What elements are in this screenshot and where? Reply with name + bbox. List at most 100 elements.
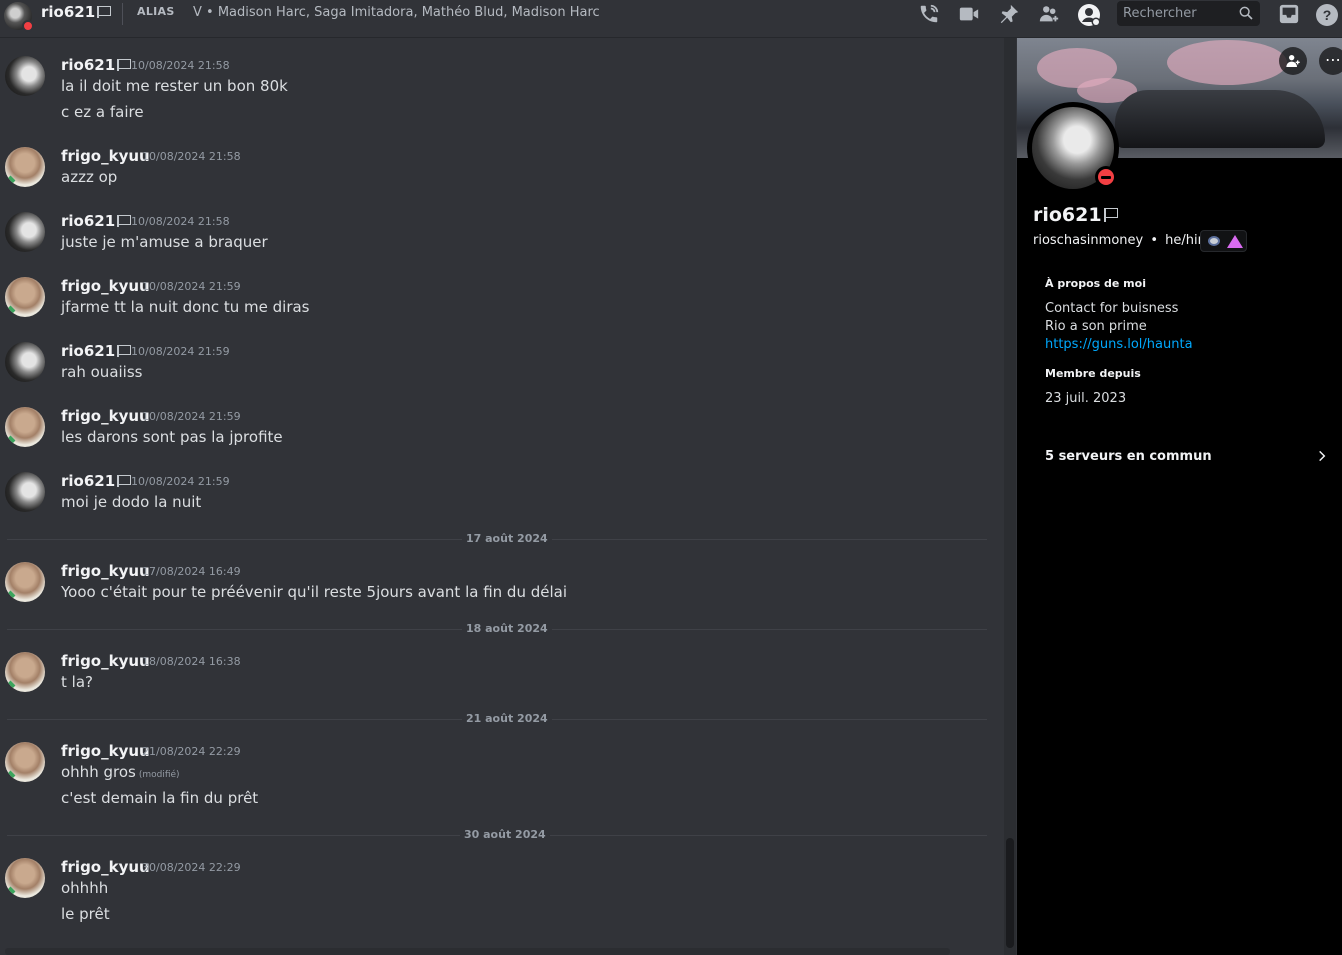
profile-avatar[interactable] bbox=[1027, 102, 1119, 194]
about-me-line: Contact for buisness bbox=[1045, 301, 1179, 316]
dm-user-avatar[interactable] bbox=[4, 2, 34, 32]
help-icon[interactable]: ? bbox=[1315, 3, 1339, 26]
message-author[interactable]: frigo_kyuu bbox=[61, 407, 150, 425]
message-timestamp: 18/08/2024 16:38 bbox=[142, 655, 241, 668]
flag-icon bbox=[117, 59, 132, 71]
flag-icon bbox=[117, 345, 132, 357]
message-timestamp: 10/08/2024 21:58 bbox=[142, 150, 241, 163]
scrollbar-thumb[interactable] bbox=[1006, 838, 1014, 948]
channel-header: rio621 ALIAS V • Madison Harc, Saga Imit… bbox=[0, 0, 1342, 38]
date-divider-label: 18 août 2024 bbox=[462, 622, 552, 635]
message-text: Yooo c'était pour te préévenir qu'il res… bbox=[61, 583, 568, 601]
dnd-status-icon bbox=[1095, 166, 1117, 188]
message-list[interactable]: rio621 10/08/2024 21:58 la il doit me re… bbox=[0, 38, 1004, 955]
pin-icon[interactable] bbox=[998, 3, 1022, 25]
message-text: le prêt bbox=[61, 905, 110, 923]
message-text: jfarme tt la nuit donc tu me diras bbox=[61, 298, 310, 316]
dm-username[interactable]: rio621 bbox=[41, 3, 112, 21]
message-text: t la? bbox=[61, 673, 93, 691]
message-text: juste je m'amuse a braquer bbox=[61, 233, 268, 251]
date-divider-label: 30 août 2024 bbox=[460, 828, 550, 841]
message-text: la il doit me rester un bon 80k bbox=[61, 77, 288, 95]
message-timestamp: 10/08/2024 21:59 bbox=[131, 475, 230, 488]
search-input[interactable]: Rechercher bbox=[1117, 1, 1260, 26]
message-text: ohhhh bbox=[61, 879, 109, 897]
message-author[interactable]: frigo_kyuu bbox=[61, 742, 150, 760]
avatar[interactable] bbox=[5, 56, 45, 96]
message-text: rah ouaiiss bbox=[61, 363, 143, 381]
video-call-icon[interactable] bbox=[957, 3, 981, 25]
flag-icon bbox=[117, 215, 132, 227]
chat-scrollbar[interactable] bbox=[1004, 38, 1016, 955]
profile-username: rioschasinmoney bbox=[1033, 233, 1144, 248]
inbox-icon[interactable] bbox=[1278, 3, 1302, 25]
boost-badge-icon[interactable] bbox=[1227, 235, 1243, 248]
edited-label: (modifié) bbox=[138, 770, 180, 780]
mutual-servers-button[interactable]: 5 serveurs en commun bbox=[1045, 449, 1335, 464]
header-divider bbox=[122, 3, 123, 25]
avatar[interactable] bbox=[5, 147, 45, 187]
flag-icon bbox=[117, 475, 132, 487]
svg-text:?: ? bbox=[1323, 7, 1332, 23]
flag-icon bbox=[97, 6, 112, 18]
message-text: c'est demain la fin du prêt bbox=[61, 789, 259, 807]
about-me-title: À propos de moi bbox=[1045, 277, 1146, 290]
profile-display-name: rio621 bbox=[1033, 204, 1120, 226]
avatar[interactable] bbox=[5, 652, 45, 692]
add-friend-icon bbox=[1286, 55, 1300, 67]
phone-call-icon[interactable] bbox=[918, 3, 942, 25]
car-image bbox=[1115, 90, 1325, 148]
message-input-edge bbox=[5, 948, 950, 955]
avatar[interactable] bbox=[5, 212, 45, 252]
message-author[interactable]: frigo_kyuu bbox=[61, 277, 150, 295]
user-profile-icon[interactable] bbox=[1077, 3, 1101, 27]
date-divider-label: 17 août 2024 bbox=[462, 532, 552, 545]
message-author[interactable]: frigo_kyuu bbox=[61, 652, 150, 670]
message-text: c ez a faire bbox=[61, 103, 144, 121]
nitro-badge-icon[interactable] bbox=[1208, 236, 1220, 246]
dnd-status-icon bbox=[22, 20, 34, 32]
message-author[interactable]: rio621 bbox=[61, 472, 132, 490]
message-author[interactable]: frigo_kyuu bbox=[61, 562, 150, 580]
alias-names: V • Madison Harc, Saga Imitadora, Mathéo… bbox=[193, 5, 600, 20]
chevron-right-icon bbox=[1319, 450, 1326, 462]
message-text: les darons sont pas la jprofite bbox=[61, 428, 283, 446]
avatar[interactable] bbox=[5, 742, 45, 782]
avatar[interactable] bbox=[5, 407, 45, 447]
member-since-title: Membre depuis bbox=[1045, 367, 1141, 380]
search-icon bbox=[1239, 6, 1253, 20]
more-options-button[interactable]: ⋯ bbox=[1319, 47, 1342, 75]
member-since-date: 23 juil. 2023 bbox=[1045, 391, 1127, 406]
message-timestamp: 21/08/2024 22:29 bbox=[142, 745, 241, 758]
message-timestamp: 10/08/2024 21:59 bbox=[142, 280, 241, 293]
add-friend-button[interactable] bbox=[1279, 47, 1307, 75]
avatar[interactable] bbox=[5, 277, 45, 317]
message-author[interactable]: frigo_kyuu bbox=[61, 147, 150, 165]
message-text: azzz op bbox=[61, 168, 118, 186]
date-divider-label: 21 août 2024 bbox=[462, 712, 552, 725]
message-timestamp: 17/08/2024 16:49 bbox=[142, 565, 241, 578]
message-author[interactable]: frigo_kyuu bbox=[61, 858, 150, 876]
message-text: moi je dodo la nuit bbox=[61, 493, 202, 511]
message-text: ohhh gros (modifié) bbox=[61, 763, 180, 781]
user-profile-panel: ⋯ rio621 rioschasinmoney • he/him À prop… bbox=[1017, 38, 1342, 955]
message-timestamp: 10/08/2024 21:59 bbox=[131, 345, 230, 358]
avatar[interactable] bbox=[5, 858, 45, 898]
avatar[interactable] bbox=[5, 342, 45, 382]
message-timestamp: 10/08/2024 21:58 bbox=[131, 215, 230, 228]
message-timestamp: 10/08/2024 21:59 bbox=[142, 410, 241, 423]
flag-icon bbox=[1103, 208, 1120, 222]
message-timestamp: 30/08/2024 22:29 bbox=[142, 861, 241, 874]
message-author[interactable]: rio621 bbox=[61, 212, 132, 230]
avatar[interactable] bbox=[5, 472, 45, 512]
about-me-line: Rio a son prime bbox=[1045, 319, 1147, 334]
alias-tag: ALIAS bbox=[137, 5, 175, 18]
about-me-link[interactable]: https://guns.lol/haunta bbox=[1045, 337, 1193, 352]
avatar[interactable] bbox=[5, 562, 45, 602]
profile-badges bbox=[1200, 230, 1247, 252]
message-author[interactable]: rio621 bbox=[61, 56, 132, 74]
message-timestamp: 10/08/2024 21:58 bbox=[131, 59, 230, 72]
profile-username-line: rioschasinmoney • he/him bbox=[1033, 233, 1211, 248]
message-author[interactable]: rio621 bbox=[61, 342, 132, 360]
add-friends-icon[interactable] bbox=[1037, 3, 1061, 25]
